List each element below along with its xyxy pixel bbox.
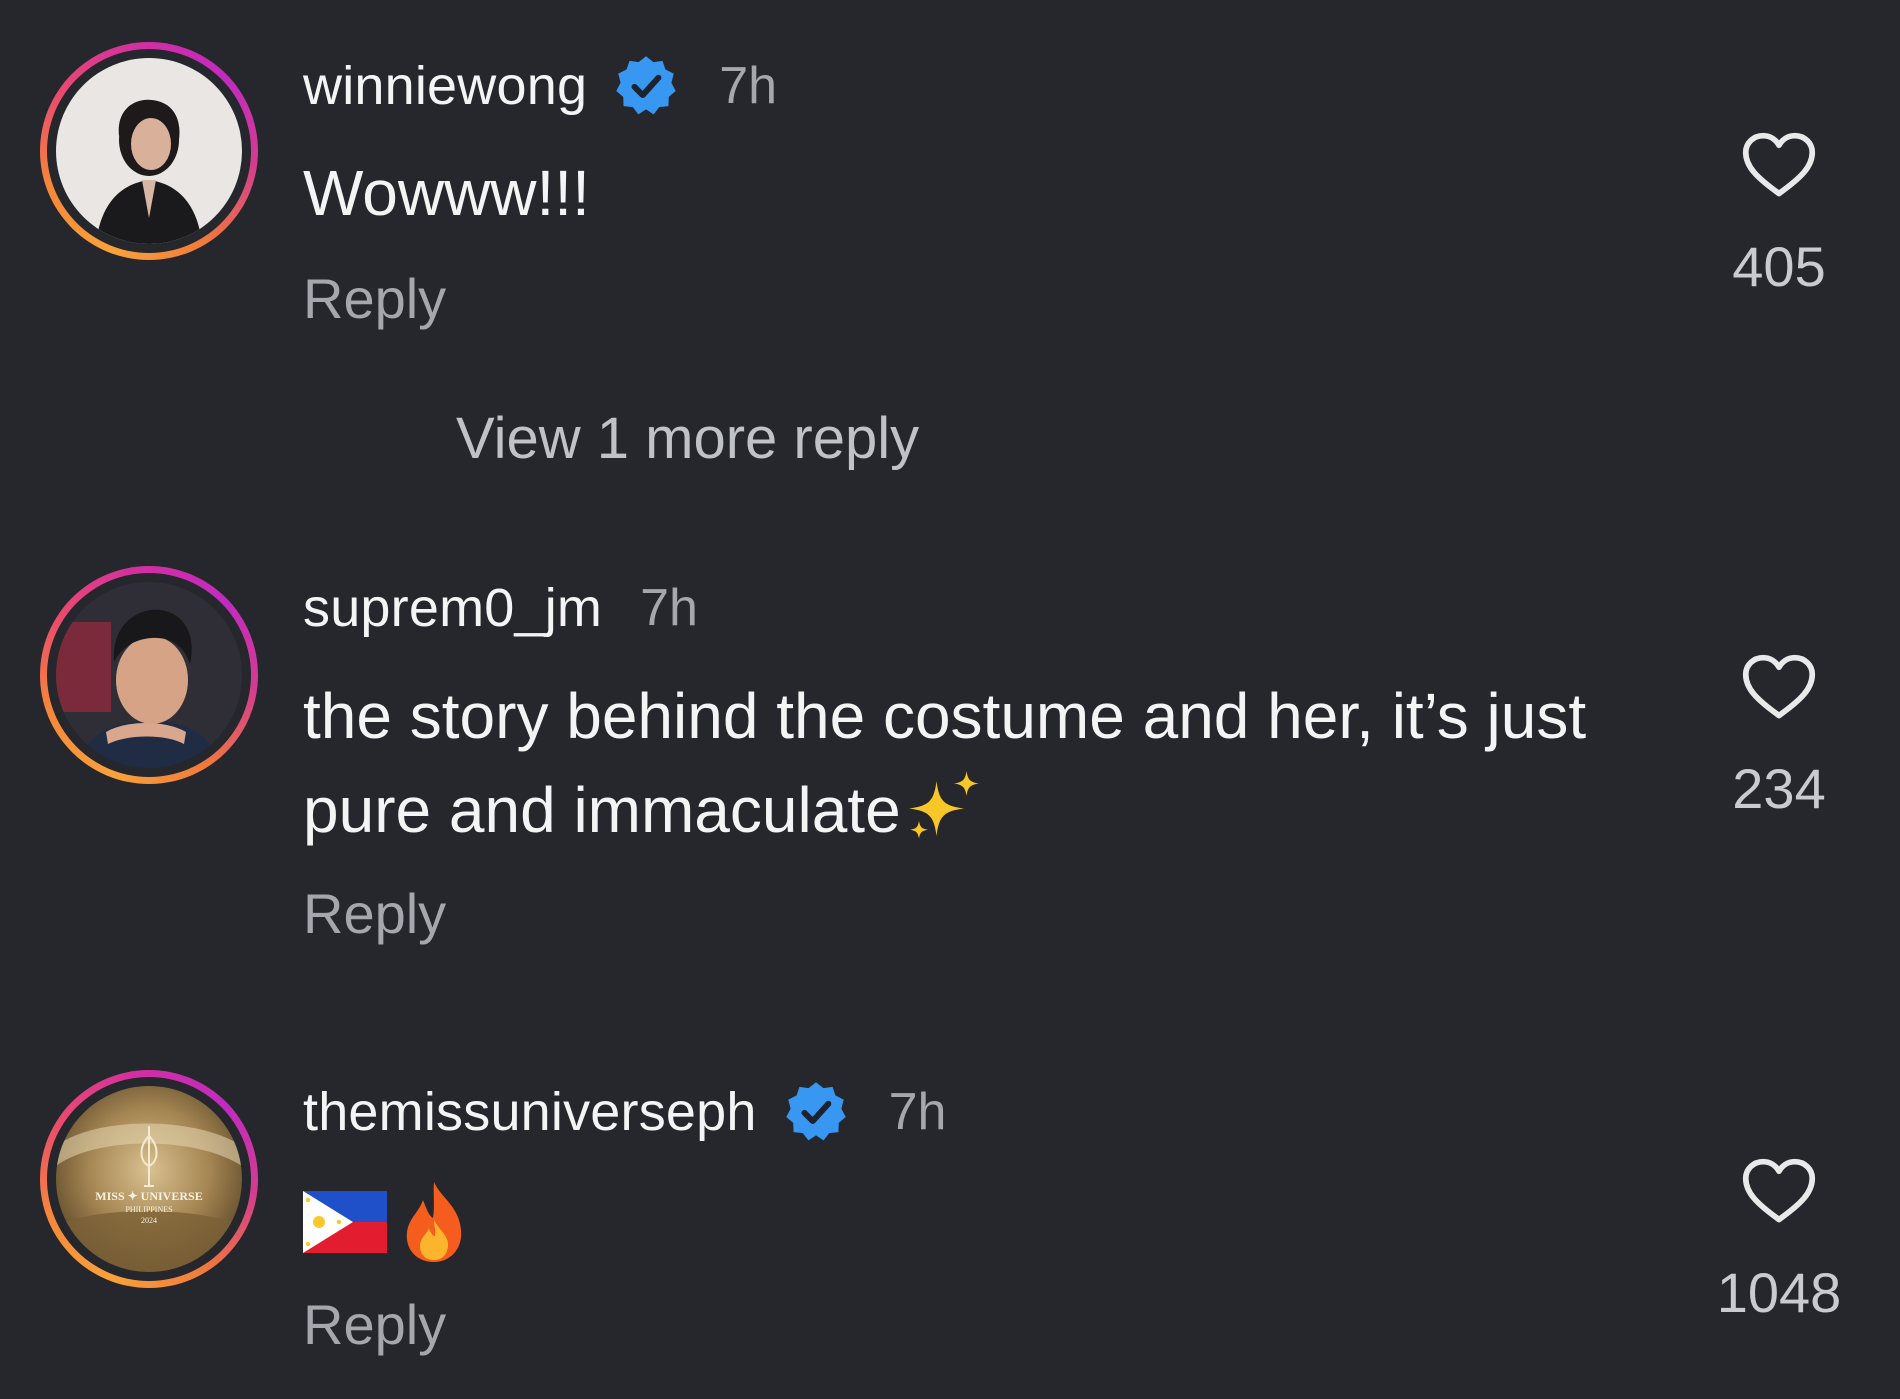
like-count: 405 [1732, 235, 1826, 298]
reply-button[interactable]: Reply [303, 1292, 446, 1357]
comment-time: 7h [719, 57, 778, 115]
username[interactable]: suprem0_jm [303, 577, 602, 639]
verified-badge-icon [785, 1082, 846, 1141]
heart-icon[interactable] [1741, 130, 1817, 200]
comment-header: themissuniverseph 7h [303, 1072, 946, 1152]
comment-header: winniewong 7h [303, 46, 777, 126]
username[interactable]: winniewong [303, 55, 587, 117]
sparkles-icon [908, 771, 979, 839]
svg-text:PHILIPPINES: PHILIPPINES [125, 1205, 172, 1214]
avatar-image: MISS ✦ UNIVERSE PHILIPPINES 2024 [56, 1086, 242, 1272]
view-more-replies-button[interactable]: View 1 more reply [456, 405, 919, 472]
comment-time: 7h [888, 1083, 947, 1141]
comment-text [303, 1180, 469, 1264]
avatar-image [56, 582, 242, 768]
like-count: 234 [1732, 757, 1826, 820]
comment-text: the story behind the costume and her, it… [303, 669, 1663, 857]
heart-icon[interactable] [1741, 1156, 1817, 1226]
username[interactable]: themissuniverseph [303, 1081, 757, 1143]
like-group: 234 [1689, 652, 1869, 821]
avatar-logo-text: MISS ✦ UNIVERSE [95, 1189, 202, 1203]
comment-time: 7h [640, 579, 698, 637]
comment-header: suprem0_jm 7h [303, 568, 698, 648]
svg-text:2024: 2024 [141, 1216, 157, 1225]
avatar[interactable]: MISS ✦ UNIVERSE PHILIPPINES 2024 [40, 1070, 258, 1288]
verified-badge-icon [616, 56, 676, 115]
like-group: 405 [1689, 130, 1869, 299]
heart-icon[interactable] [1741, 652, 1817, 722]
avatar[interactable] [40, 42, 258, 260]
reply-button[interactable]: Reply [303, 881, 446, 946]
avatar-image [56, 58, 242, 244]
comment-text: Wowww!!! [303, 157, 590, 229]
reply-button[interactable]: Reply [303, 266, 446, 331]
like-count: 1048 [1716, 1261, 1842, 1324]
fire-icon [406, 1182, 462, 1262]
like-group: 1048 [1689, 1156, 1869, 1325]
avatar[interactable] [40, 566, 258, 784]
philippines-flag-icon [303, 1191, 387, 1253]
